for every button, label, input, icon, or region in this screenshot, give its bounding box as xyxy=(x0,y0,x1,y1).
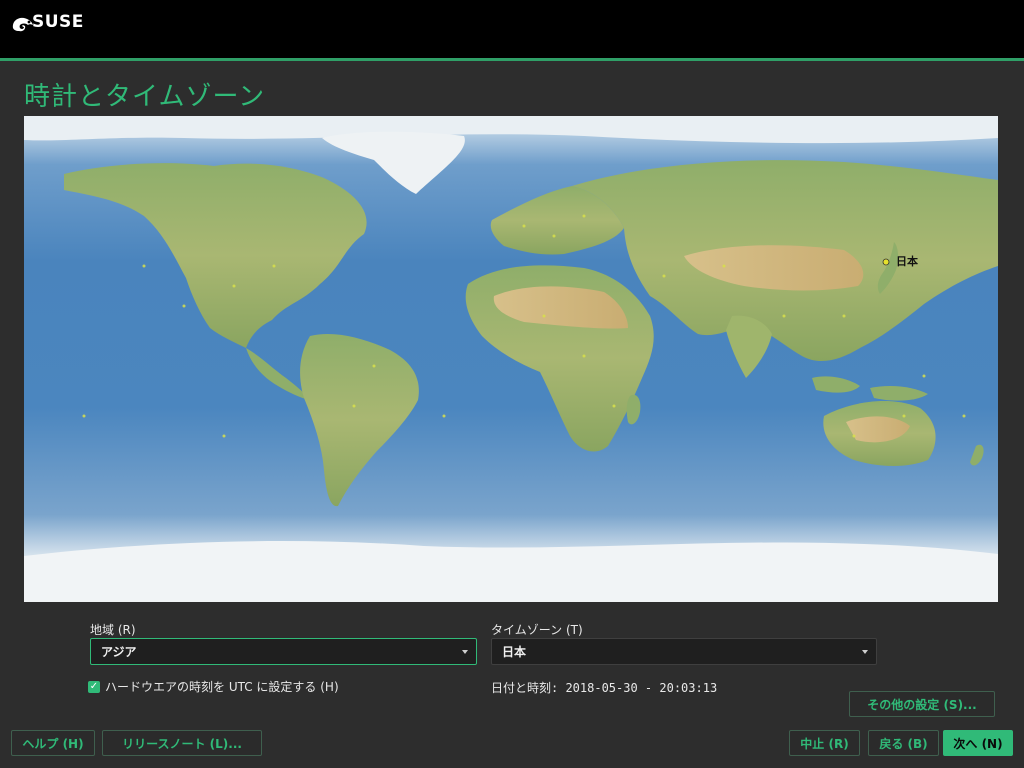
timezone-select-value: 日本 xyxy=(502,645,527,659)
region-select[interactable]: アジア xyxy=(90,638,477,665)
page-title: 時計とタイムゾーン xyxy=(24,82,266,112)
next-button[interactable]: 次へ (N) xyxy=(943,730,1013,756)
back-button[interactable]: 戻る (B) xyxy=(868,730,939,756)
region-label: 地域 (R) xyxy=(90,623,136,637)
selected-city-label: 日本 xyxy=(896,255,918,268)
date-time-readout: 日付と時刻: 2018-05-30 - 20:03:13 xyxy=(491,681,718,695)
region-select-value: アジア xyxy=(101,645,137,659)
chevron-down-icon xyxy=(462,650,468,654)
japan-marker xyxy=(882,258,890,266)
world-map[interactable]: 日本 xyxy=(24,116,998,602)
hardware-clock-checkbox[interactable]: ✓ xyxy=(88,680,100,693)
chevron-down-icon xyxy=(862,650,868,654)
hardware-clock-option[interactable]: ✓ ハードウエアの時刻を UTC に設定する (H) xyxy=(88,678,339,695)
hardware-clock-label: ハードウエアの時刻を UTC に設定する (H) xyxy=(105,680,339,694)
help-button[interactable]: ヘルプ (H) xyxy=(11,730,95,756)
release-notes-button[interactable]: リリースノート (L)... xyxy=(102,730,262,756)
timezone-select[interactable]: 日本 xyxy=(491,638,877,665)
world-map-graphic xyxy=(24,116,998,602)
logo-text: SUSE xyxy=(32,12,84,32)
south-america-shape xyxy=(300,333,419,507)
timezone-label: タイムゾーン (T) xyxy=(491,623,583,637)
north-america-shape xyxy=(64,163,367,348)
logo: SUSE xyxy=(10,12,84,34)
greenland-shape xyxy=(322,131,465,194)
abort-button[interactable]: 中止 (R) xyxy=(789,730,860,756)
top-bar: SUSE xyxy=(0,0,1024,58)
header-divider xyxy=(0,58,1024,61)
other-settings-button[interactable]: その他の設定 (S)... xyxy=(849,691,995,717)
antarctica-shape xyxy=(24,541,998,602)
